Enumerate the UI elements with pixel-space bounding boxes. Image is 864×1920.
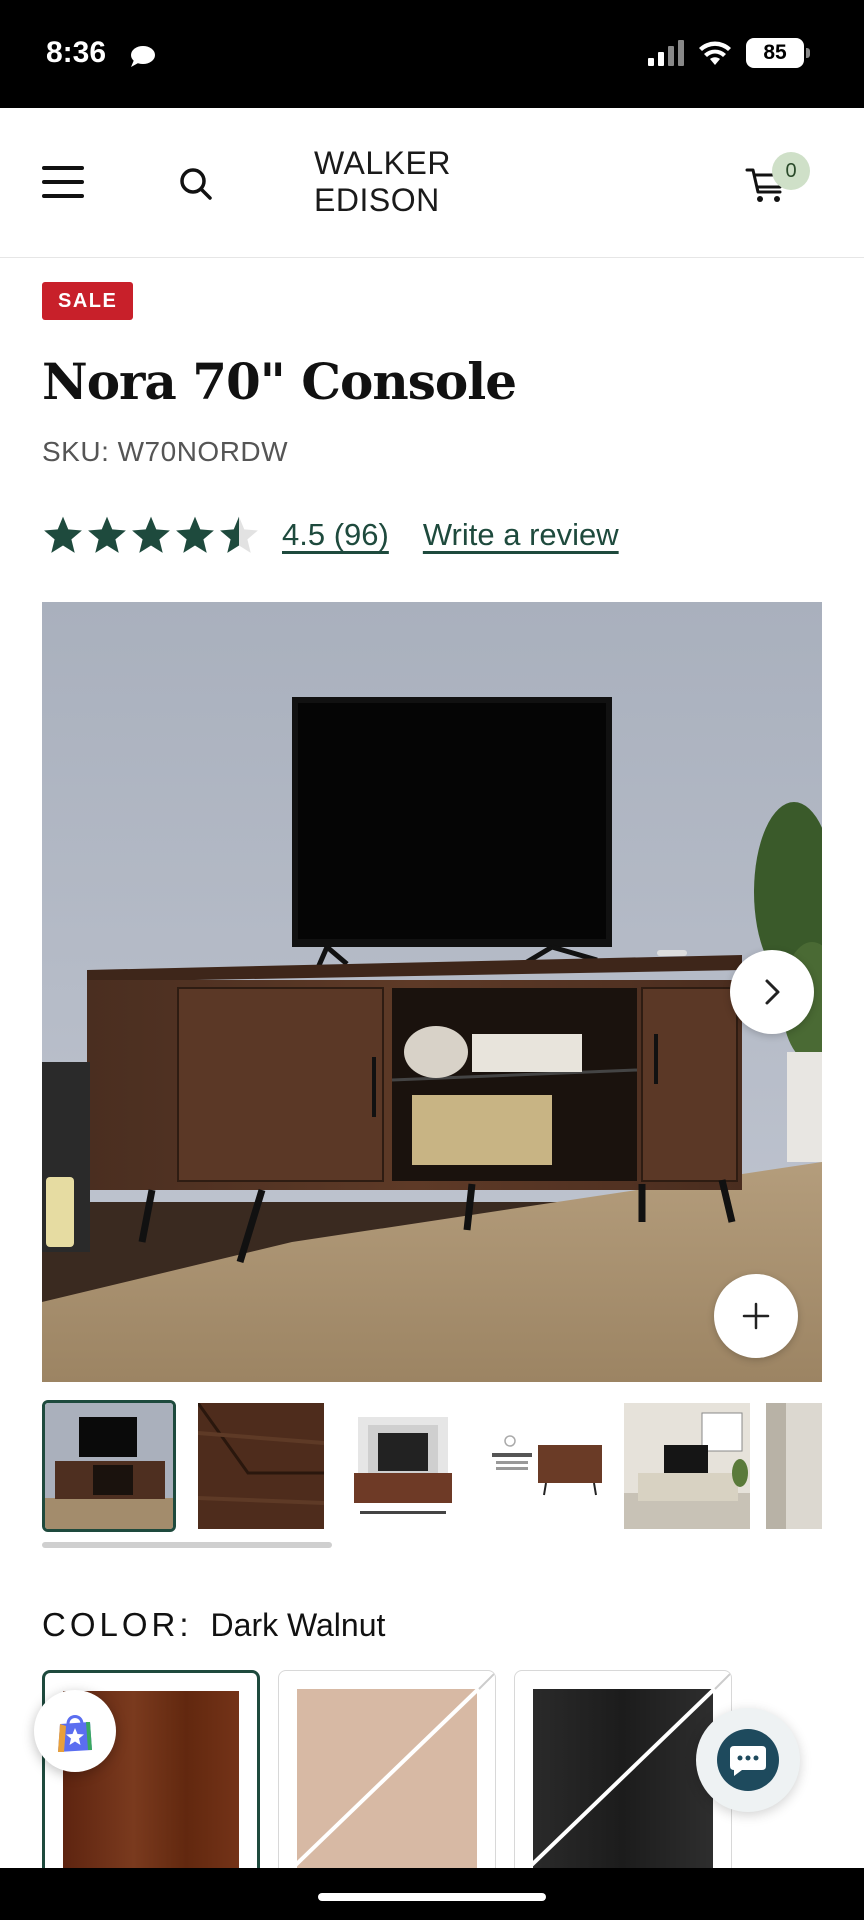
shopping-bag-star-icon — [58, 1715, 92, 1752]
product-sku: SKU: W70NORDW — [42, 436, 289, 467]
chat-bubble-icon — [730, 1746, 766, 1776]
cart-count-badge: 0 — [772, 152, 810, 190]
star-icon — [88, 516, 126, 553]
product-photo — [42, 602, 822, 1382]
plus-icon — [742, 1302, 770, 1330]
star-icon — [44, 516, 82, 553]
thumbnail-scrollbar[interactable] — [42, 1542, 332, 1548]
product-title: Nora 70" Console — [42, 352, 517, 411]
thumb-partial[interactable] — [766, 1403, 822, 1529]
next-image-button[interactable] — [730, 950, 814, 1034]
thumb-cord-management[interactable] — [482, 1403, 608, 1529]
hamburger-menu-icon[interactable] — [42, 166, 84, 198]
color-selector-label: COLOR: Dark Walnut — [42, 1606, 385, 1644]
battery-indicator: 85 — [746, 38, 810, 68]
sale-badge: SALE — [42, 282, 134, 320]
brand-logo[interactable]: WALKER EDISON — [308, 145, 558, 219]
selected-color: Dark Walnut — [210, 1607, 386, 1643]
site-header: WALKER EDISON 0 — [0, 108, 864, 258]
half-star-icon — [220, 516, 258, 553]
shop-app-button[interactable] — [34, 1690, 116, 1772]
signal-icon — [648, 40, 684, 66]
thumb-size-chart[interactable] — [340, 1403, 466, 1529]
zoom-image-button[interactable] — [714, 1274, 798, 1358]
thumb-living-room[interactable] — [624, 1403, 750, 1529]
rating-reviews-link[interactable]: 4.5 (96) — [282, 517, 389, 553]
rating-row: 4.5 (96) Write a review — [42, 510, 619, 560]
home-indicator[interactable] — [318, 1893, 546, 1901]
unavailable-slash — [279, 1671, 495, 1879]
status-bar: 8:36 85 — [0, 0, 864, 108]
write-review-link[interactable]: Write a review — [423, 517, 619, 553]
status-time: 8:36 — [46, 36, 107, 69]
thumb-console-front[interactable] — [42, 1400, 176, 1532]
color-label: COLOR: — [42, 1606, 193, 1643]
message-bubble-icon — [131, 46, 155, 67]
star-icon — [132, 516, 170, 553]
star-rating — [42, 514, 260, 556]
product-main-image[interactable] — [42, 602, 822, 1382]
star-icon — [176, 516, 214, 553]
thumb-wood-closeup[interactable] — [198, 1403, 324, 1529]
chat-button[interactable] — [696, 1708, 800, 1812]
search-icon[interactable] — [176, 164, 216, 204]
brand-logo-text: WALKER EDISON — [308, 145, 558, 219]
chevron-right-icon — [765, 979, 780, 1005]
swatch-tan[interactable] — [278, 1670, 496, 1880]
thumbnail-strip — [42, 1400, 822, 1532]
wifi-icon — [699, 41, 731, 65]
